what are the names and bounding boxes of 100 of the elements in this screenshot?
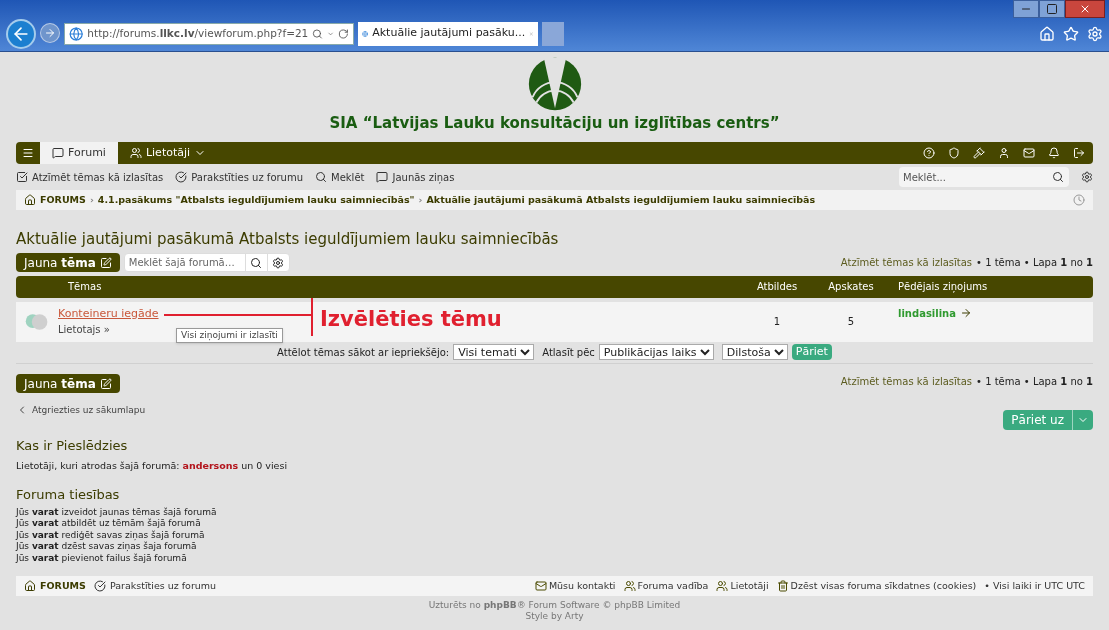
tooltip: Visi ziņojumi ir izlasīti	[176, 327, 283, 343]
views-count: 5	[846, 315, 856, 329]
new-topic-button[interactable]: Jauna tēma	[16, 253, 120, 272]
envelope-icon[interactable]	[1023, 147, 1035, 159]
nav-tab[interactable]: Forumi	[40, 142, 118, 164]
refresh-icon	[338, 27, 349, 40]
globe-icon	[69, 25, 84, 42]
close-button[interactable]	[1065, 0, 1105, 18]
arrow-right-icon	[960, 307, 972, 319]
display-dropdown[interactable]: Visi temati	[453, 344, 535, 360]
restore-button[interactable]	[1039, 0, 1065, 18]
settings-icon[interactable]	[272, 256, 285, 269]
new-topic-button[interactable]: Jauna tēma	[16, 374, 120, 393]
topic-link[interactable]: Konteineru iegāde	[58, 305, 159, 323]
shield-icon[interactable]	[948, 147, 960, 159]
gavel-icon[interactable]	[973, 147, 985, 159]
permission-line: Jūs varat pievienot failus šajā forumā	[16, 552, 187, 565]
quick-link[interactable]: Jaunās ziņas	[376, 169, 455, 185]
annotation-text: Izvēlēties tēmu	[320, 305, 502, 333]
speech-bubble-icon	[376, 171, 389, 183]
back-button[interactable]	[6, 18, 36, 49]
forward-arrow-icon	[44, 27, 56, 39]
credits-text: Style by Arty	[525, 611, 584, 623]
permission-line: Jūs varat izveidot jaunas tēmas šajā forumā	[16, 506, 217, 518]
forum-search-field[interactable]: Meklēt šajā forumā…	[123, 253, 290, 272]
footer-link[interactable]: Foruma vadība	[623, 579, 709, 594]
home-icon	[24, 580, 36, 593]
topic-author: Lietotajs »	[58, 323, 110, 338]
mark-read-link[interactable]: Atzīmēt tēmas kā izlasītas	[840, 373, 973, 389]
home-icon[interactable]	[1039, 25, 1055, 42]
nav-tab[interactable]: Lietotāji	[117, 142, 219, 164]
browser-tab[interactable]: Aktuālie jautājumi pasāku...	[358, 21, 538, 46]
column-header: Tēmas	[68, 280, 103, 294]
check-circle-icon	[175, 171, 188, 183]
footer-link[interactable]: Lietotāji	[716, 579, 769, 594]
permission-line: Jūs varat dzēst savas ziņas šaja forumā	[16, 541, 197, 553]
pencil-square-icon	[99, 256, 112, 269]
pagination-text: • 1 tēma • Lapa 1 no 1	[976, 256, 1093, 270]
user-icon[interactable]	[998, 147, 1010, 159]
separator-chevron: ›	[89, 192, 94, 207]
footer-link[interactable]: Dzēst visas foruma sīkdatnes (cookies)	[776, 579, 977, 594]
search-icon	[1052, 171, 1064, 183]
caret-icon	[327, 29, 335, 38]
url-text: http://forums.llkc.lv/viewforum.php?f=21	[87, 25, 309, 41]
speech-bubble-icon	[52, 147, 64, 159]
search-icon[interactable]	[250, 256, 263, 269]
quick-link[interactable]: Parakstīties uz forumu	[175, 169, 304, 185]
restore-icon	[1046, 3, 1058, 15]
timezone-text: • Visi laiki ir UTC UTC	[984, 579, 1085, 594]
help-icon[interactable]	[923, 147, 935, 159]
forum-title: Aktuālie jautājumi pasākumā Atbalsts ieguldījumiem lauku saimniecībās	[16, 229, 560, 250]
bell-icon[interactable]	[1048, 147, 1060, 159]
users-icon	[129, 147, 142, 159]
section-heading: Kas ir Pieslēdzies	[16, 436, 129, 455]
settings-icon[interactable]	[1081, 171, 1093, 183]
subscribe-link[interactable]: Parakstīties uz forumu	[93, 579, 217, 594]
breadcrumb-link[interactable]: 4.1.pasākums "Atbalsts ieguldījumiem lauku saimniecībās"	[97, 192, 415, 208]
search-button[interactable]	[1047, 167, 1069, 187]
breadcrumb-link[interactable]: Aktuālie jautājumi pasākumā Atbalsts ieguldījumiem lauku saimniecībās	[426, 192, 816, 208]
column-header: Pēdējais ziņojums	[897, 280, 989, 294]
star-icon[interactable]	[1063, 25, 1079, 42]
speech-bubbles-icon	[24, 311, 50, 332]
footer-link[interactable]: Mūsu kontakti	[534, 579, 616, 594]
tab-title: Aktuālie jautājumi pasāku...	[372, 25, 526, 42]
search-field[interactable]: Meklēt...	[899, 167, 1047, 187]
users-icon	[623, 580, 636, 593]
credits-text: Uzturēts no phpBB® Forum Software © phpBB Limited	[428, 600, 681, 612]
logout-icon[interactable]	[1073, 147, 1085, 159]
users-icon	[716, 580, 729, 593]
address-bar[interactable]: http://forums.llkc.lv/viewforum.php?f=21	[64, 22, 354, 45]
pagination-text: • 1 tēma • Lapa 1 no 1	[976, 374, 1093, 389]
sort-label: Atlasīt pēc	[542, 345, 595, 360]
organization-name: SIA “Latvijas Lauku konsultāciju un izglītības centrs”	[329, 112, 780, 134]
sort-dropdown[interactable]: Publikācijas laiks	[598, 344, 714, 360]
logo-drawing	[526, 55, 583, 112]
order-dropdown[interactable]: Dilstoša	[721, 344, 788, 360]
search-icon	[312, 27, 324, 40]
search-icon	[315, 171, 328, 183]
online-users-text: Lietotāji, kuri atrodas šajā forumā: andersons un 0 viesi	[16, 459, 289, 473]
separator-chevron: ›	[418, 192, 423, 207]
breadcrumb-link[interactable]: FORUMS	[40, 192, 86, 208]
menu-icon	[22, 147, 34, 159]
checkbox-icon	[16, 171, 28, 183]
back-link[interactable]: Atgriezties uz sākumlapu	[16, 403, 146, 417]
clock-icon	[1073, 194, 1085, 206]
forums-home-link[interactable]: FORUMS	[24, 579, 86, 594]
trash-icon	[776, 580, 789, 593]
permission-line: Jūs varat atbildēt uz tēmām šajā forumā	[16, 518, 201, 530]
section-heading: Foruma tiesības	[16, 486, 121, 505]
forward-button[interactable]	[40, 23, 60, 43]
pencil-square-icon	[99, 377, 112, 390]
check-circle-icon	[93, 580, 106, 593]
display-label: Attēlot tēmas sākot ar iepriekšējo:	[277, 345, 450, 360]
envelope-icon	[534, 580, 547, 593]
close-icon	[1079, 3, 1091, 15]
quick-link[interactable]: Meklēt	[315, 169, 365, 185]
quick-link[interactable]: Atzīmēt tēmas kā izlasītas	[16, 169, 164, 185]
permission-line: Jūs varat rediģēt savas ziņas šajā forumā	[16, 529, 205, 541]
home-icon	[24, 194, 36, 206]
mark-read-link[interactable]: Atzīmēt tēmas kā izlasītas	[840, 255, 973, 270]
